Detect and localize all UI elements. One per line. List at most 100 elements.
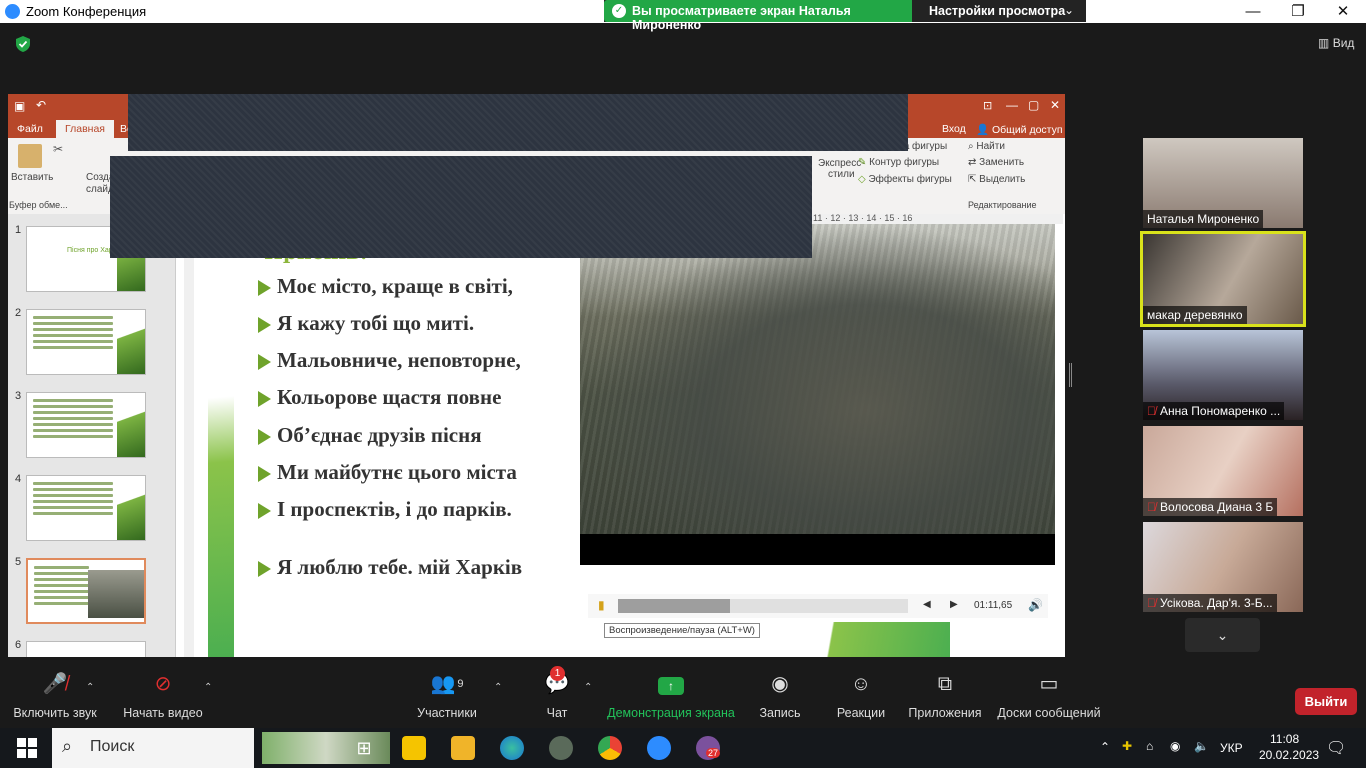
- thumb-number: 5: [15, 556, 22, 568]
- record-button[interactable]: ◉ Запись: [754, 670, 806, 720]
- video-options-chevron-icon[interactable]: ⌃: [204, 682, 212, 693]
- whiteboards-button[interactable]: ▭ Доски сообщений: [996, 670, 1102, 720]
- task-view-icon[interactable]: ⊞: [352, 736, 376, 760]
- slide-thumb-2[interactable]: [26, 309, 146, 375]
- share-screen-button[interactable]: ↑ Демонстрация экрана: [606, 670, 736, 720]
- cursor-icon: ⇱: [968, 174, 977, 185]
- status-icon[interactable]: ✚: [1122, 739, 1132, 753]
- ppt-maximize-button[interactable]: ▢: [1028, 98, 1039, 112]
- ppt-close-button[interactable]: ✕: [1050, 98, 1060, 112]
- shape-effects-button[interactable]: ◇ Эффекты фигуры: [858, 174, 952, 185]
- skip-back-icon[interactable]: ◀: [923, 599, 931, 610]
- select-button[interactable]: ⇱ Выделить: [968, 174, 1025, 185]
- notifications-icon[interactable]: 🗨: [1326, 738, 1346, 758]
- thumb-number: 1: [15, 224, 22, 236]
- ppt-minimize-button[interactable]: —: [1006, 98, 1018, 112]
- paste-button[interactable]: Вставить: [11, 172, 53, 183]
- player-app-icon[interactable]: [402, 736, 426, 760]
- seek-progress: [618, 599, 730, 613]
- signin-link[interactable]: Вход: [942, 123, 966, 135]
- network-icon[interactable]: ⌂: [1146, 739, 1153, 753]
- apps-button[interactable]: ⧉ Приложения: [906, 670, 984, 720]
- shape-outline-button[interactable]: ✎ Контур фигуры: [858, 157, 939, 168]
- cut-icon[interactable]: ✂: [53, 142, 63, 156]
- unmute-button[interactable]: 🎤̸ Включить звук: [12, 670, 98, 720]
- lyric-line: Ми майбутнє цього міста: [258, 460, 517, 485]
- share-link[interactable]: 👤 Общий доступ: [976, 123, 1063, 136]
- share-screen-icon: ↑: [658, 677, 684, 695]
- bullet-arrow-icon: [258, 280, 271, 297]
- more-participants-button[interactable]: ⌄: [1185, 618, 1260, 652]
- start-video-button[interactable]: ⊘ Начать видео: [120, 670, 206, 720]
- app-icon[interactable]: [549, 736, 573, 760]
- chevron-down-icon[interactable]: ⌄: [1064, 3, 1074, 17]
- window-title: Zoom Конференция: [26, 4, 147, 19]
- restore-button[interactable]: ❐: [1275, 0, 1321, 23]
- shared-screen: ▣ ↶ ⊡ — ▢ ✕ Файл Главная Во Вход 👤 Общий…: [8, 94, 1065, 657]
- minimize-button[interactable]: —: [1230, 0, 1276, 23]
- smiley-icon: ☺: [850, 673, 872, 695]
- close-button[interactable]: ✕: [1320, 0, 1366, 23]
- view-settings-button[interactable]: Настройки просмотра: [929, 4, 1065, 18]
- search-placeholder: Поиск: [90, 738, 135, 755]
- participant-tile[interactable]: Наталья Мироненко: [1143, 138, 1303, 228]
- language-indicator[interactable]: УКР: [1220, 741, 1243, 755]
- outline-icon: ✎: [858, 157, 867, 168]
- leave-button[interactable]: Выйти: [1295, 688, 1357, 715]
- clock-time[interactable]: 11:08: [1270, 732, 1299, 746]
- taskbar-search[interactable]: ⌕ Поиск: [52, 728, 390, 768]
- bullet-arrow-icon: [258, 391, 271, 408]
- wifi-icon[interactable]: ◉: [1170, 739, 1180, 753]
- splitter-handle[interactable]: [1069, 363, 1072, 387]
- clock-date[interactable]: 20.02.2023: [1259, 748, 1319, 762]
- volume-icon[interactable]: 🔊: [1028, 598, 1043, 612]
- meeting-toolbar: 🎤̸ Включить звук ⌃ ⊘ Начать видео ⌃ 👥 9 У…: [0, 666, 1366, 728]
- audio-options-chevron-icon[interactable]: ⌃: [86, 682, 94, 693]
- editing-group-label: Редактирование: [968, 200, 1037, 210]
- participants-options-chevron-icon[interactable]: ⌃: [494, 682, 502, 693]
- apps-icon: ⧉: [937, 673, 953, 695]
- skip-forward-icon[interactable]: ▶: [950, 599, 958, 610]
- participants-button[interactable]: 👥 9 Участники: [412, 670, 482, 720]
- paste-icon[interactable]: [18, 144, 42, 168]
- record-icon: ◉: [771, 673, 789, 695]
- zoom-taskbar-icon[interactable]: [647, 736, 671, 760]
- participant-tile[interactable]: 🎙̸ Волосова Диана 3 Б: [1143, 426, 1303, 516]
- chrome-icon[interactable]: [598, 736, 622, 760]
- viewing-indicator: ✓ Вы просматриваете экран Наталья Мироне…: [604, 0, 912, 32]
- replace-button[interactable]: ⇄ Заменить: [968, 157, 1024, 168]
- slide-thumb-3[interactable]: [26, 392, 146, 458]
- play-pause-button[interactable]: ▮: [598, 598, 605, 612]
- file-explorer-icon[interactable]: [451, 736, 475, 760]
- video-player[interactable]: [580, 224, 1055, 565]
- tab-file[interactable]: Файл: [17, 123, 43, 135]
- edge-icon[interactable]: [500, 736, 524, 760]
- chat-button[interactable]: 💬 1 Чат: [536, 666, 578, 720]
- slide-thumb-5[interactable]: [26, 558, 146, 624]
- lyric-line: Моє місто, краще в світі,: [258, 274, 513, 299]
- slide-thumb-6[interactable]: [26, 641, 146, 657]
- view-button[interactable]: ▥ Вид: [1318, 36, 1354, 50]
- volume-icon[interactable]: 🔈: [1194, 739, 1209, 753]
- chevron-up-icon[interactable]: ⌃: [1100, 740, 1110, 754]
- participant-tile[interactable]: 🎙̸ Усікова. Дар'я. 3-Б...: [1143, 522, 1303, 612]
- viber-icon[interactable]: 27: [696, 736, 721, 760]
- tab-home[interactable]: Главная: [56, 120, 114, 138]
- reactions-button[interactable]: ☺ Реакции: [830, 670, 892, 720]
- undo-icon[interactable]: ↶: [36, 98, 46, 112]
- slide-thumbnails: 1 Пісня про Харків 2 3 4 5 6: [8, 214, 176, 657]
- shield-icon[interactable]: [14, 35, 32, 53]
- chat-options-chevron-icon[interactable]: ⌃: [584, 682, 592, 693]
- lyric-line: Об’єднає друзів пісня: [258, 423, 482, 448]
- find-button[interactable]: ⌕ Найти: [968, 141, 1005, 152]
- save-icon[interactable]: ▣: [14, 99, 25, 113]
- camera-off-icon: ⊘: [154, 673, 172, 695]
- participant-tile[interactable]: 🎙̸ Анна Пономаренко ...: [1143, 330, 1303, 420]
- slide-thumb-4[interactable]: [26, 475, 146, 541]
- ribbon-display-icon[interactable]: ⊡: [983, 99, 992, 112]
- windows-start-icon[interactable]: [17, 738, 37, 758]
- lyric-line: Я кажу тобі що миті.: [258, 311, 474, 336]
- slide-corner-decoration: [780, 622, 950, 657]
- participant-tile-active[interactable]: макар деревянко: [1140, 231, 1306, 327]
- bullet-arrow-icon: [258, 503, 271, 520]
